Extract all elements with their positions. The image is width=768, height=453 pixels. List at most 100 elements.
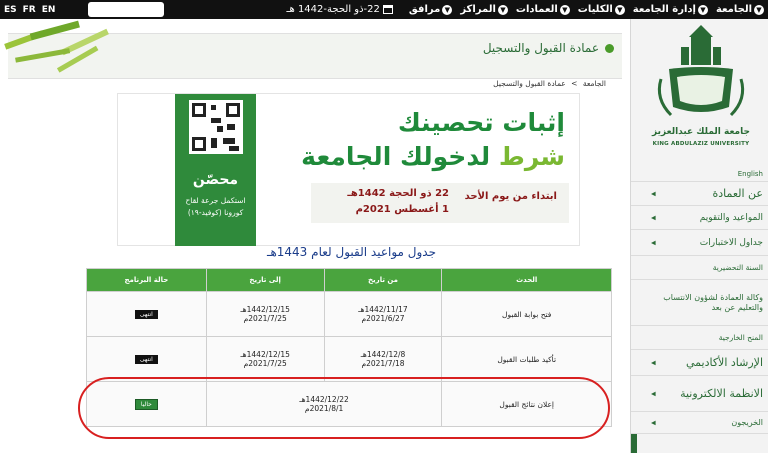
nav-facilities[interactable]: ▼ مرافق — [408, 4, 453, 15]
arrow-left-icon: ◀ — [651, 359, 656, 366]
status-cell: انتهى — [86, 291, 207, 337]
top-nav: ▼ الجامعة ▼ إدارة الجامعة ▼ الكليات ▼ العماد… — [287, 4, 768, 15]
main-content: عمادة القبول والتسجيل الجامعة > عمادة ال… — [0, 19, 630, 453]
date-gregorian: 2021/7/25م — [243, 359, 287, 368]
sidebar-item-exams[interactable]: جداول الاختبارات ◀ — [631, 230, 768, 256]
to-date-cell: 1442/12/15هـ 2021/7/25م — [205, 291, 325, 337]
page-title: عمادة القبول والتسجيل — [483, 41, 614, 55]
chevron-down-icon: ▼ — [442, 4, 453, 15]
status-badge: حاليا — [134, 398, 158, 410]
table-row: تأكيد طلبات القبول 1442/12/8هـ 2021/7/18م… — [86, 336, 612, 382]
sidebar-item-about[interactable]: عن العمادة ◀ — [631, 182, 768, 206]
status-cell: انتهى — [86, 336, 207, 382]
nav-label: إدارة الجامعة — [632, 4, 696, 15]
logo-name-en: KING ABDULAZIZ UNIVERSITY — [652, 141, 750, 147]
sidebar-item-label: الإرشاد الأكاديمي — [685, 356, 763, 369]
nav-university[interactable]: ▼ الجامعة — [716, 4, 764, 15]
status-badge: انتهى — [134, 310, 158, 319]
nav-deanships[interactable]: ▼ العمادات — [516, 4, 570, 15]
breadcrumb-home[interactable]: الجامعة — [583, 79, 606, 88]
calendar-icon — [382, 5, 393, 14]
to-date-cell: 1442/12/15هـ 2021/7/25م — [205, 336, 325, 382]
nav-label: مرافق — [408, 4, 441, 15]
from-date-cell: 1442/11/17هـ 2021/6/27م — [323, 291, 443, 337]
chevron-down-icon: ▼ — [614, 4, 625, 15]
vaccination-banner: محصّن استكمل جرعة لقاح كورونا (كوفيد-١٩)… — [117, 93, 580, 246]
lang-en[interactable]: EN — [42, 5, 56, 15]
page-title-text: عمادة القبول والتسجيل — [482, 41, 599, 55]
column-header: الحدث — [441, 268, 612, 292]
arrow-left-icon: ◀ — [651, 190, 656, 197]
breadcrumb-separator: > — [571, 79, 578, 88]
logo-emblem-icon — [657, 25, 745, 117]
arrow-left-icon: ◀ — [651, 419, 656, 426]
language-switcher: ES FR EN — [4, 0, 55, 19]
sidebar-item-label: الخريجون — [731, 418, 763, 427]
date-text: 22-ذو الحجة-1442 هـ — [286, 4, 380, 15]
banner-date-gregorian: 1 أغسطس 2021م — [355, 204, 449, 215]
sidebar-item-label: الانظمة الالكترونية — [680, 387, 763, 400]
sidebar-item-label: المواعيد والتقويم — [699, 212, 763, 223]
sidebar-accent — [631, 434, 637, 453]
lang-fr[interactable]: FR — [23, 5, 36, 15]
date-hijri: 1442/12/22هـ — [299, 395, 349, 404]
banner-word-requirement: شرط — [498, 142, 565, 171]
banner-date-box: ابتداء من يوم الأحد 22 ذو الحجة 1442هـ 1… — [311, 183, 569, 223]
date-gregorian: 2021/7/25م — [243, 314, 287, 323]
from-date-cell: 1442/12/22هـ 2021/8/1م — [205, 381, 443, 427]
sidebar-item-label: وكالة العمادة لشؤون الانتساب والتعليم عن… — [663, 292, 763, 312]
logo-name-ar: جامعة الملك عبدالعزيز — [652, 127, 750, 137]
banner-start-text: ابتداء من يوم الأحد — [464, 191, 557, 202]
date-gregorian: 2021/8/1م — [304, 404, 344, 413]
nav-administration[interactable]: ▼ إدارة الجامعة — [633, 4, 708, 15]
sidebar-item-label: السنة التحضيرية — [712, 263, 763, 272]
schedule-title: جدول مواعيد القبول لعام 1443هـ — [266, 245, 436, 259]
nav-label: المراكز — [460, 4, 496, 15]
qr-subcaption-2: كورونا (كوفيد-١٩) — [187, 208, 244, 217]
banner-word-entry: لدخولك الجامعة — [301, 142, 491, 171]
sidebar-item-calendar[interactable]: المواعيد والتقويم ◀ — [631, 206, 768, 230]
sidebar-item-e-systems[interactable]: الانظمة الالكترونية ◀ — [631, 376, 768, 412]
sidebar-item-advising[interactable]: الإرشاد الأكاديمي ◀ — [631, 350, 768, 376]
sidebar-item-scholarships[interactable]: المنح الخارجية — [631, 326, 768, 350]
banner-headline: إثبات تحصينك — [397, 108, 565, 137]
qr-caption: محصّن — [192, 172, 239, 188]
banner-qr-panel: محصّن استكمل جرعة لقاح كورونا (كوفيد-١٩) — [175, 94, 256, 246]
chevron-down-icon: ▼ — [697, 4, 708, 15]
from-date-cell: 1442/12/8هـ 2021/7/18م — [323, 336, 443, 382]
sidebar-item-graduates[interactable]: الخريجون ◀ — [631, 412, 768, 434]
event-cell: إعلان نتائج القبول — [441, 381, 612, 427]
date-hijri: 1442/12/15هـ — [240, 350, 290, 359]
arrow-left-icon: ◀ — [651, 214, 656, 221]
lang-es[interactable]: ES — [4, 5, 17, 15]
nav-centers[interactable]: ▼ المراكز — [460, 4, 508, 15]
banner-subheadline: شرط لدخولك الجامعة — [301, 142, 565, 171]
date-hijri: 1442/12/8هـ — [360, 350, 406, 359]
sidebar-item-label: جداول الاختبارات — [699, 237, 763, 248]
arrow-left-icon: ◀ — [651, 390, 656, 397]
sidebar-item-distance-learning[interactable]: وكالة العمادة لشؤون الانتساب والتعليم عن… — [631, 280, 768, 326]
university-logo[interactable]: جامعة الملك عبدالعزيز KING ABDULAZIZ UNI… — [641, 19, 761, 169]
event-cell: فتح بوابة القبول — [441, 291, 612, 337]
sidebar-item-label: English — [737, 169, 763, 178]
sidebar-menu: English عن العمادة ◀ المواعيد والتقويم ◀ ج… — [631, 166, 768, 434]
search-input[interactable] — [88, 2, 164, 17]
chevron-down-icon: ▼ — [559, 4, 570, 15]
breadcrumb-current: عمادة القبول والتسجيل — [493, 79, 566, 88]
nav-label: العمادات — [515, 4, 558, 15]
sidebar-item-label: عن العمادة — [712, 187, 763, 200]
decorative-graphic — [4, 20, 109, 73]
nav-colleges[interactable]: ▼ الكليات — [578, 4, 625, 15]
sidebar-item-english[interactable]: English — [631, 166, 768, 182]
date-hijri: 1442/11/17هـ — [358, 305, 408, 314]
chevron-down-icon: ▼ — [497, 4, 508, 15]
column-header: حالة البرنامج — [86, 268, 207, 292]
sidebar-item-label: المنح الخارجية — [718, 333, 763, 342]
column-header: إلى تاريخ — [205, 268, 325, 292]
page: ▼ الجامعة ▼ إدارة الجامعة ▼ الكليات ▼ العماد… — [0, 0, 768, 453]
table-row: إعلان نتائج القبول 1442/12/22هـ 2021/8/1م… — [86, 381, 612, 427]
sidebar-item-prep-year[interactable]: السنة التحضيرية — [631, 256, 768, 280]
date-gregorian: 2021/7/18م — [361, 359, 405, 368]
qr-code-icon — [189, 100, 243, 154]
qr-subcaption-1: استكمل جرعة لقاح — [185, 196, 246, 205]
